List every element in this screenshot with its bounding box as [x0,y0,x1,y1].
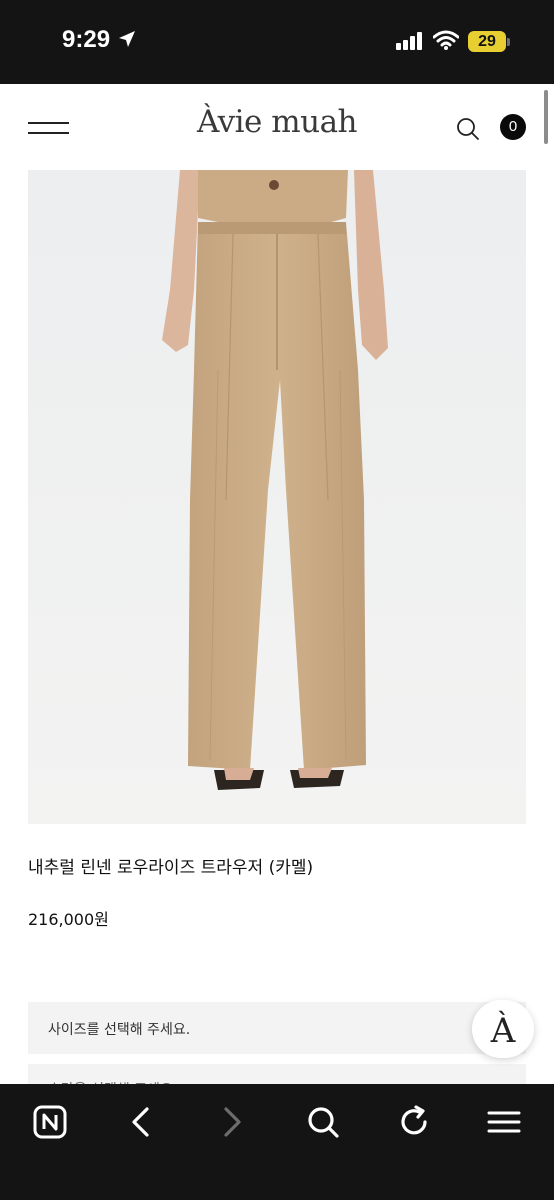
battery-level: 29 [478,33,496,50]
product-name: 내추럴 린넨 로우라이즈 트라우저 (카멜) [28,858,314,878]
product-price: 216,000원 [28,910,109,929]
hamburger-menu-icon[interactable] [28,122,69,136]
signal-icon [396,32,422,50]
product-image[interactable] [28,170,526,824]
back-icon[interactable] [119,1100,163,1144]
search-icon[interactable] [456,117,480,141]
scrollbar-thumb[interactable] [544,90,548,144]
battery-nub [507,38,510,46]
product-photo [28,170,526,824]
site-header: Àvie muah 0 [0,84,554,170]
refresh-icon[interactable] [392,1100,436,1144]
cart-count-badge[interactable]: 0 [500,114,526,140]
size-select-placeholder: 사이즈를 선택해 주세요. [48,1022,191,1038]
location-arrow-icon [119,31,135,47]
battery-icon: 29 [468,31,506,52]
forward-icon[interactable] [210,1100,254,1144]
browser-toolbar [0,1084,554,1200]
brand-logo[interactable]: Àvie muah [177,104,377,140]
search-icon[interactable] [301,1100,345,1144]
menu-icon[interactable] [482,1100,526,1144]
wifi-icon [433,30,459,50]
floating-brand-button[interactable]: À [472,1000,534,1058]
size-select[interactable]: 사이즈를 선택해 주세요. [28,1002,526,1054]
status-time: 9:29 [62,26,111,53]
status-bar: 9:29 29 [0,0,554,84]
n-home-icon[interactable] [28,1100,72,1144]
